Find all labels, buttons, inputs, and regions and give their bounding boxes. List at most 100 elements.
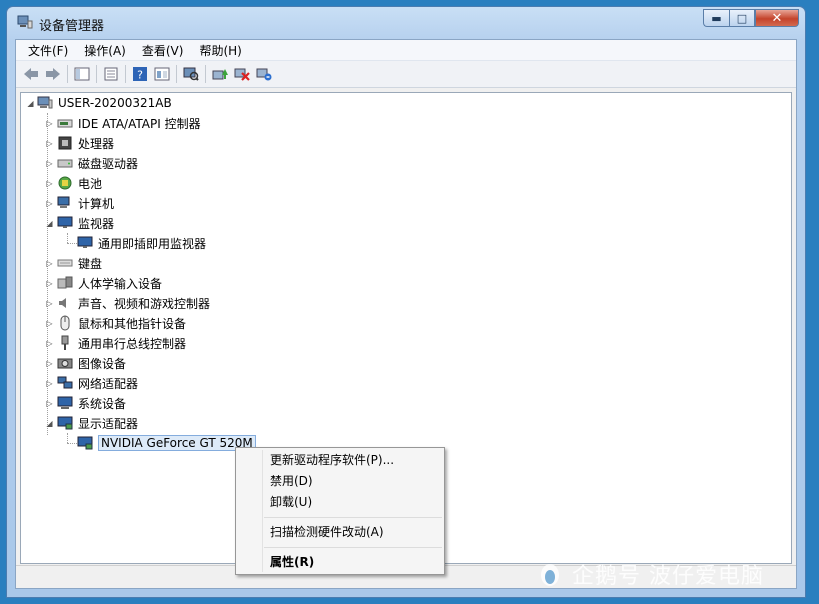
close-button[interactable]: ✕: [755, 9, 799, 27]
tree-item-hid[interactable]: 人体学输入设备: [57, 273, 162, 293]
svg-text:?: ?: [137, 69, 143, 82]
update-driver-button[interactable]: [209, 64, 231, 84]
tree-item-label: 通用即插即用监视器: [98, 236, 207, 251]
expand-toggle[interactable]: ▷: [45, 313, 54, 333]
expand-toggle[interactable]: ▷: [45, 153, 54, 173]
scan-hardware-button[interactable]: [180, 64, 202, 84]
toolbar-separator: [205, 65, 206, 83]
back-button[interactable]: [20, 64, 42, 84]
tree-item-imaging[interactable]: 图像设备: [57, 353, 126, 373]
ide-controller-icon: [57, 115, 73, 131]
toolbar: ?: [16, 61, 796, 88]
tree-root[interactable]: USER-20200321AB: [37, 93, 172, 113]
tree-item-system[interactable]: 系统设备: [57, 393, 126, 413]
minimize-button[interactable]: ▬: [703, 9, 729, 27]
console-view-button[interactable]: [151, 64, 173, 84]
tree-item-label: 通用串行总线控制器: [78, 336, 187, 351]
tree-item-computer[interactable]: 计算机: [57, 193, 114, 213]
tree-item-display-adapter[interactable]: 显示适配器: [57, 413, 138, 433]
tree-subitem-nvidia-gpu[interactable]: NVIDIA GeForce GT 520M: [77, 433, 256, 453]
properties-icon: [104, 67, 118, 81]
tree-item-label: 处理器: [78, 136, 115, 151]
menu-item-uninstall[interactable]: 卸载(U): [270, 492, 312, 512]
menu-item-disable[interactable]: 禁用(D): [270, 471, 313, 491]
menu-item-scan-hardware[interactable]: 扫描检测硬件改动(A): [270, 522, 384, 542]
expand-toggle[interactable]: ▷: [45, 193, 54, 213]
tree-item-battery[interactable]: 电池: [57, 173, 102, 193]
expand-toggle[interactable]: ▷: [45, 333, 54, 353]
help-button[interactable]: ?: [129, 64, 151, 84]
tree-item-mouse[interactable]: 鼠标和其他指针设备: [57, 313, 186, 333]
expand-toggle[interactable]: ▷: [45, 293, 54, 313]
properties-button[interactable]: [100, 64, 122, 84]
tree-item-label: IDE ATA/ATAPI 控制器: [78, 116, 201, 131]
scan-hardware-icon: [183, 67, 199, 81]
keyboard-icon: [57, 255, 73, 271]
tree-item-label: 图像设备: [78, 356, 127, 371]
show-hide-tree-icon: [74, 67, 90, 81]
menu-item-properties[interactable]: 属性(R): [270, 552, 314, 572]
menu-file[interactable]: 文件(F): [20, 42, 76, 59]
tree-subitem-pnp-monitor[interactable]: 通用即插即用监视器: [77, 233, 206, 253]
tree-item-keyboard[interactable]: 键盘: [57, 253, 102, 273]
forward-button[interactable]: [42, 64, 64, 84]
tree-item-usb[interactable]: 通用串行总线控制器: [57, 333, 186, 353]
tree-item-sound[interactable]: 声音、视频和游戏控制器: [57, 293, 210, 313]
expand-toggle[interactable]: ▷: [45, 393, 54, 413]
tree-connector: [67, 243, 77, 244]
uninstall-device-icon: [256, 68, 272, 81]
expand-toggle[interactable]: ▷: [45, 373, 54, 393]
maximize-button[interactable]: □: [729, 9, 755, 27]
collapse-toggle[interactable]: ◢: [45, 213, 54, 233]
network-icon: [57, 375, 73, 391]
collapse-toggle[interactable]: ◢: [45, 413, 54, 433]
display-adapter-icon: [57, 415, 73, 431]
menu-help[interactable]: 帮助(H): [191, 42, 249, 59]
sound-icon: [57, 295, 73, 311]
tree-connector: [67, 443, 77, 444]
expand-toggle[interactable]: ▷: [45, 113, 54, 133]
title-bar[interactable]: 设备管理器 ▬ □ ✕: [7, 7, 805, 37]
forward-arrow-icon: [46, 68, 60, 80]
expand-toggle[interactable]: ▷: [45, 273, 54, 293]
tree-item-network[interactable]: 网络适配器: [57, 373, 138, 393]
tree-connector: [67, 433, 68, 443]
uninstall-device-button[interactable]: [253, 64, 275, 84]
expand-toggle[interactable]: ▷: [45, 133, 54, 153]
tree-item-processor[interactable]: 处理器: [57, 133, 114, 153]
hid-icon: [57, 275, 73, 291]
expand-toggle[interactable]: ▷: [45, 353, 54, 373]
watermark-text: 企鹅号 波仔爱电脑: [572, 564, 764, 589]
menu-action[interactable]: 操作(A): [76, 42, 134, 59]
processor-icon: [57, 135, 73, 151]
menu-view[interactable]: 查看(V): [134, 42, 192, 59]
console-view-icon: [154, 67, 170, 81]
system-icon: [57, 395, 73, 411]
disable-device-button[interactable]: [231, 64, 253, 84]
monitor-icon: [57, 215, 73, 231]
tree-item-disk[interactable]: 磁盘驱动器: [57, 153, 138, 173]
back-arrow-icon: [24, 68, 38, 80]
computer-icon: [37, 95, 53, 111]
toolbar-separator: [125, 65, 126, 83]
menu-item-update-driver[interactable]: 更新驱动程序软件(P)...: [270, 450, 394, 470]
tree-root-label: USER-20200321AB: [58, 96, 172, 110]
tree-item-monitor[interactable]: 监视器: [57, 213, 114, 233]
expand-toggle[interactable]: ▷: [45, 173, 54, 193]
tree-item-label: 网络适配器: [78, 376, 139, 391]
computer-icon: [57, 195, 73, 211]
tree-item-label: 计算机: [78, 196, 115, 211]
collapse-toggle[interactable]: ◢: [26, 93, 35, 113]
battery-icon: [57, 175, 73, 191]
show-hide-tree-button[interactable]: [71, 64, 93, 84]
tree-item-ide[interactable]: IDE ATA/ATAPI 控制器: [57, 113, 201, 133]
monitor-icon: [77, 235, 93, 251]
tree-item-label: 显示适配器: [78, 416, 139, 431]
watermark: 企鹅号 波仔爱电脑: [536, 556, 764, 592]
update-driver-icon: [212, 69, 228, 80]
mouse-icon: [57, 315, 73, 331]
disable-device-icon: [234, 68, 250, 81]
expand-toggle[interactable]: ▷: [45, 253, 54, 273]
device-manager-icon: [17, 15, 33, 29]
tree-item-label: 系统设备: [78, 396, 127, 411]
